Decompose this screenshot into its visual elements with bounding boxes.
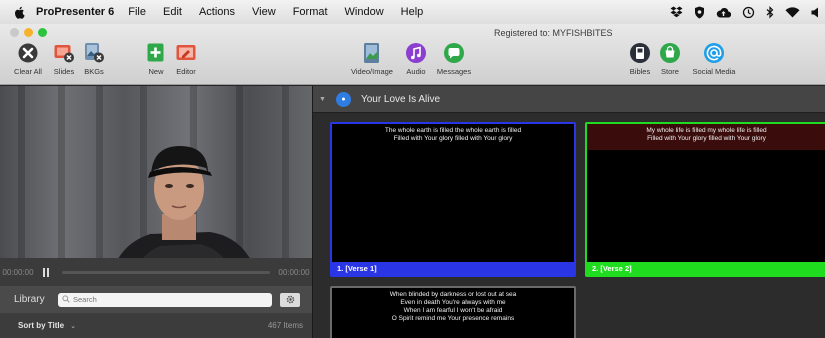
messages-button[interactable]: Messages <box>432 42 476 76</box>
menu-help[interactable]: Help <box>401 6 424 18</box>
library-sort-bar: Sort by Title ⌄ 467 Items <box>0 313 312 338</box>
store-button[interactable]: Store <box>648 42 692 76</box>
menu-bar: ProPresenter 6 File Edit Actions View Fo… <box>0 0 825 24</box>
toolbar: Registered to: MYFISHBITES Clear All Sli… <box>0 24 825 85</box>
video-image-icon <box>361 42 383 64</box>
library-header: Library <box>0 286 312 313</box>
curtain-fold <box>282 86 289 286</box>
video-image-label: Video/Image <box>351 67 393 76</box>
messages-label: Messages <box>436 67 472 76</box>
propresenter-window: ProPresenter 6 File Edit Actions View Fo… <box>0 0 825 338</box>
editor-label: Editor <box>176 67 196 76</box>
chevron-down-icon[interactable]: ⌄ <box>70 322 76 330</box>
slide-label: 2. [Verse 2] <box>587 262 825 275</box>
zoom-window-button[interactable] <box>38 28 47 37</box>
menu-app-name[interactable]: ProPresenter 6 <box>36 6 114 18</box>
curtain-fold <box>18 86 25 286</box>
bkgs-label: BKGs <box>84 67 104 76</box>
store-label: Store <box>661 67 679 76</box>
status-icons <box>670 0 819 24</box>
clear-backgrounds-button[interactable]: BKGs <box>72 42 116 76</box>
slide-verse-3[interactable]: When blinded by darkness or lost out at … <box>330 286 576 338</box>
audio-label: Audio <box>406 67 426 76</box>
menu-format[interactable]: Format <box>293 6 328 18</box>
library-search-input[interactable] <box>73 295 263 304</box>
library-search-field[interactable] <box>58 292 272 307</box>
playback-scrubber[interactable] <box>62 270 270 274</box>
library-settings-button[interactable] <box>280 292 300 307</box>
transport-bar: 00:00:00 00:00:00 <box>0 258 312 286</box>
social-media-icon <box>703 42 725 64</box>
library-title: Library <box>14 294 45 305</box>
disclosure-arrow-icon[interactable]: ▼ <box>319 96 326 103</box>
backgrounds-icon <box>83 42 105 64</box>
bluetooth-icon[interactable] <box>766 5 774 19</box>
store-icon <box>659 42 681 64</box>
social-media-label: Social Media <box>692 67 736 76</box>
wifi-icon[interactable] <box>785 6 800 18</box>
menu-file[interactable]: File <box>128 6 146 18</box>
presentation-type-icon: ● <box>335 91 351 107</box>
slide-text: My whole life is filled my whole life is… <box>646 127 767 142</box>
menu-actions[interactable]: Actions <box>199 6 235 18</box>
new-label: New <box>148 67 164 76</box>
menu-view[interactable]: View <box>252 6 276 18</box>
sort-dropdown[interactable]: Sort by Title <box>18 321 64 330</box>
apple-icon[interactable] <box>12 5 26 20</box>
slide-text: When blinded by darkness or lost out at … <box>389 291 517 322</box>
clear-all-label: Clear All <box>14 67 42 76</box>
presentation-header[interactable]: ▼ ● Your Love Is Alive <box>313 86 825 113</box>
social-media-button[interactable]: Social Media <box>692 42 736 76</box>
volume-icon[interactable] <box>811 7 819 18</box>
presentation-title: Your Love Is Alive <box>360 93 441 105</box>
presentation-pane: ▼ ● Your Love Is Alive The whole earth i… <box>312 86 825 338</box>
minimize-window-button[interactable] <box>24 28 33 37</box>
time-machine-icon[interactable] <box>742 6 755 19</box>
search-icon <box>62 294 70 305</box>
menu-window[interactable]: Window <box>345 6 384 18</box>
remaining-time: 00:00:00 <box>278 267 310 277</box>
gear-icon <box>286 295 294 304</box>
audio-icon <box>405 42 427 64</box>
library-item-count: 467 Items <box>267 321 303 330</box>
slide-text: The whole earth is filled the whole eart… <box>384 127 522 142</box>
elapsed-time: 00:00:00 <box>2 267 34 277</box>
slide-verse-2[interactable]: My whole life is filled my whole life is… <box>585 122 825 277</box>
clear-all-icon <box>17 42 39 64</box>
menu-edit[interactable]: Edit <box>163 6 182 18</box>
stage-preview[interactable] <box>0 86 312 286</box>
editor-button[interactable]: Editor <box>164 42 208 76</box>
video-image-button[interactable]: Video/Image <box>350 42 394 76</box>
close-window-button[interactable] <box>10 28 19 37</box>
shield-icon[interactable] <box>694 6 705 19</box>
curtain-fold <box>58 86 65 286</box>
editor-icon <box>175 42 197 64</box>
slide-label: 1. [Verse 1] <box>332 262 574 275</box>
registration-label: Registered to: MYFISHBITES <box>494 28 613 38</box>
messages-icon <box>443 42 465 64</box>
cloud-upload-icon[interactable] <box>716 7 731 18</box>
pause-icon[interactable] <box>36 267 56 277</box>
dropbox-icon[interactable] <box>670 6 683 18</box>
slide-verse-1[interactable]: The whole earth is filled the whole eart… <box>330 122 576 277</box>
